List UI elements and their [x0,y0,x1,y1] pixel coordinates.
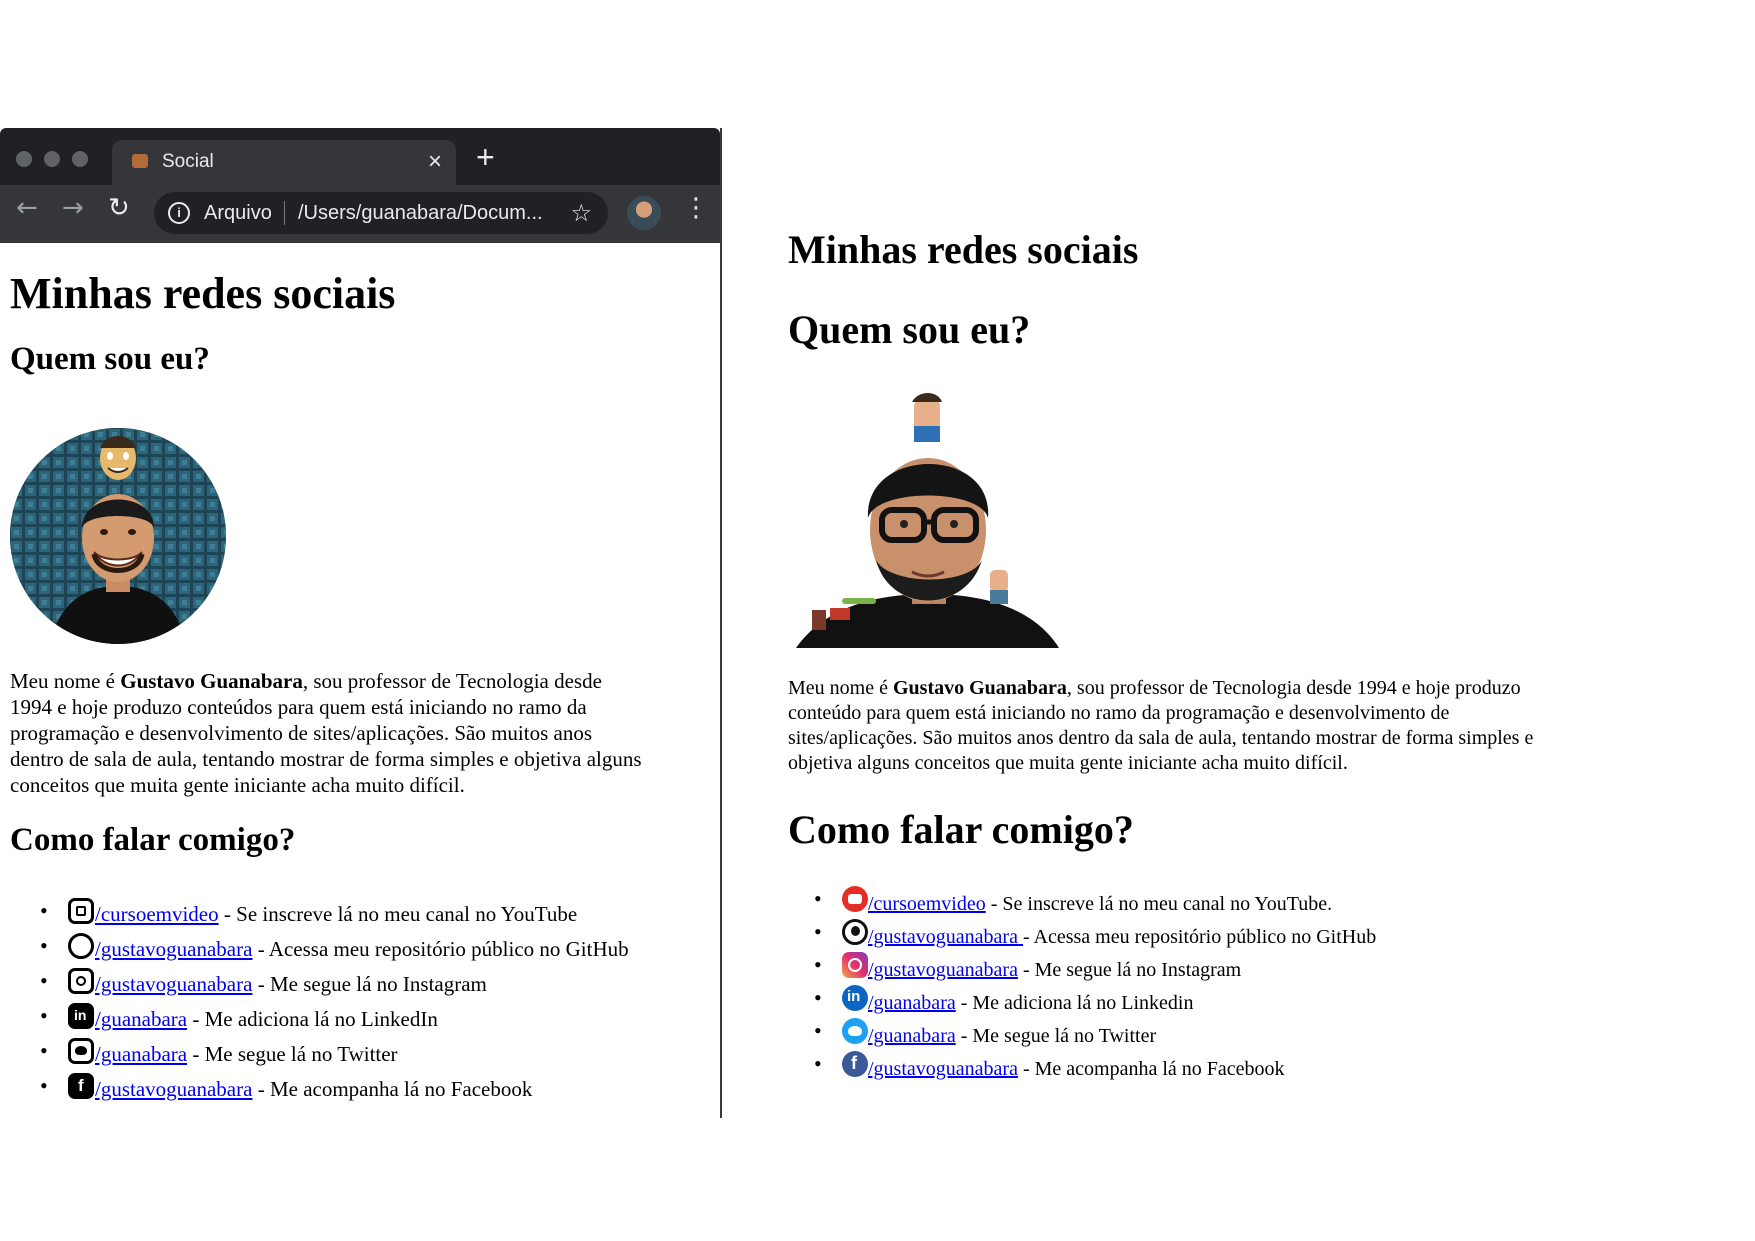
tab-social[interactable]: Social × [112,140,456,185]
right-social-list: • /cursoemvideo - Se inscreve lá no meu … [814,886,1377,1084]
link-description: - Me acompanha lá no Facebook [1017,1058,1285,1080]
twitter-link[interactable]: /guanabara [868,1025,956,1047]
youtube-link[interactable]: /cursoemvideo [868,893,986,915]
browser-chrome: Social × + ← → ↻ i Arquivo /Users/guanab… [0,128,720,243]
bio-text: objetiva alguns conceitos que muita gent… [788,752,1348,774]
address-url[interactable]: /Users/guanabara/Docum... [298,202,543,225]
address-bar[interactable]: i Arquivo /Users/guanabara/Docum... ☆ [154,192,608,234]
facebook-icon: f [842,1051,868,1077]
facebook-link[interactable]: /gustavoguanabara [868,1058,1018,1080]
linkedin-link[interactable]: /guanabara [868,992,956,1014]
forward-arrow-icon[interactable]: → [62,193,84,223]
link-description: - Se inscreve lá no meu canal no YouTube [218,902,578,926]
new-tab-icon[interactable]: + [476,141,495,173]
link-description: - Me acompanha lá no Facebook [252,1077,533,1101]
list-item: • /cursoemvideo - Se inscreve lá no meu … [814,886,1333,915]
facebook-icon: f [68,1073,94,1099]
linkedin-icon: in [842,985,868,1011]
youtube-icon [68,898,94,924]
instagram-link[interactable]: /gustavoguanabara [868,959,1018,981]
reload-icon[interactable]: ↻ [108,193,130,223]
left-page-content: Minhas redes sociais Quem sou eu? [10,268,710,378]
address-scheme-label: Arquivo [204,202,272,224]
right-bio: Meu nome é Gustavo Guanabara, sou profes… [788,676,1728,776]
left-social-list: • /cursoemvideo - Se inscreve lá no meu … [40,898,629,1108]
facebook-link[interactable]: /gustavoguanabara [95,1077,252,1101]
bio-name: Gustavo Guanabara [892,677,1067,699]
list-item: • /guanabara - Me segue lá no Twitter [814,1018,1157,1047]
list-item: • /guanabara - Me segue lá no Twitter [40,1038,398,1066]
page-title: Minhas redes sociais [10,269,396,318]
link-description: - Me segue lá no Twitter [955,1025,1157,1047]
list-item: • /gustavoguanabara - Acessa meu reposit… [814,919,1377,948]
window-close-dot[interactable] [16,151,32,167]
list-item: • in/guanabara - Me adiciona lá no Linke… [814,985,1194,1014]
link-description: - Me segue lá no Instagram [1017,959,1242,981]
twitter-link[interactable]: /guanabara [95,1042,187,1066]
link-description: - Me segue lá no Instagram [252,972,487,996]
right-page-title: Minhas redes sociais [788,227,1139,272]
bio-text: conteúdo para quem está iniciando no ram… [788,702,1450,724]
link-description: - Me adiciona lá no Linkedin [955,992,1194,1014]
link-description: - Se inscreve lá no meu canal no YouTube… [985,893,1333,915]
list-item: • f/gustavoguanabara - Me acompanha lá n… [814,1051,1285,1080]
profile-photo-illustration [10,428,226,644]
linkedin-link[interactable]: /guanabara [95,1007,187,1031]
link-description: - Acessa meu repositório público no GitH… [252,937,629,961]
right-contact-heading: Como falar comigo? [788,807,1134,852]
contact-heading: Como falar comigo? [10,822,296,858]
profile-avatar[interactable] [627,196,661,230]
link-description: - Me segue lá no Twitter [187,1042,398,1066]
bio-text: , sou professor de Tecnologia desde 1994… [1066,677,1521,699]
link-description: - Me adiciona lá no LinkedIn [187,1007,438,1031]
twitter-icon [68,1038,94,1064]
list-item: • /gustavoguanabara - Acessa meu reposit… [40,933,629,961]
bio-text: Meu nome é [788,677,893,699]
instagram-icon [68,968,94,994]
twitter-icon [842,1018,868,1044]
bio-text: conceitos que muita gente iniciante acha… [10,773,465,797]
about-heading: Quem sou eu? [10,341,210,377]
github-link[interactable]: /gustavoguanabara [95,937,252,961]
address-divider [284,201,285,225]
back-arrow-icon[interactable]: ← [16,193,38,223]
profile-photo-circle [10,428,226,644]
github-icon [68,933,94,959]
left-bio: Meu nome é Gustavo Guanabara, sou profes… [10,668,715,798]
info-icon[interactable]: i [168,202,190,224]
list-item: • f/gustavoguanabara - Me acompanha lá n… [40,1073,533,1101]
profile-photo-cutout [794,390,1064,648]
kebab-menu-icon[interactable]: ⋮ [683,193,709,223]
tab-close-icon[interactable]: × [428,148,442,176]
browser-toolbar: ← → ↻ i Arquivo /Users/guanabara/Docum..… [0,185,720,243]
youtube-link[interactable]: /cursoemvideo [95,902,219,926]
list-item: • /gustavoguanabara - Me segue lá no Ins… [814,952,1242,981]
bio-text: 1994 e hoje produzo conteúdos para quem … [10,695,587,719]
right-about-heading: Quem sou eu? [788,307,1031,352]
window-maximize-dot[interactable] [72,151,88,167]
list-item: • in/guanabara - Me adiciona lá no Linke… [40,1003,438,1031]
browser-window: Social × + ← → ↻ i Arquivo /Users/guanab… [0,128,722,1118]
bio-text: Meu nome é [10,669,121,693]
tab-title: Social [162,151,214,172]
bio-text: sites/aplicações. São muitos anos dentro… [788,727,1534,749]
list-item: • /cursoemvideo - Se inscreve lá no meu … [40,898,578,926]
bio-text: programação e desenvolvimento de sites/a… [10,721,593,745]
tab-favicon-icon [132,154,148,168]
github-link[interactable]: /gustavoguanabara [868,926,1023,948]
link-description: - Acessa meu repositório público no GitH… [1022,926,1377,948]
bio-text: dentro de sala de aula, tentando mostrar… [10,747,642,771]
list-item: • /gustavoguanabara - Me segue lá no Ins… [40,968,487,996]
profile-cutout-illustration [796,393,1059,648]
instagram-icon [842,952,868,978]
bookmark-star-icon[interactable]: ☆ [570,199,592,227]
youtube-icon [842,886,868,912]
github-icon [842,919,868,945]
window-minimize-dot[interactable] [44,151,60,167]
bio-name: Gustavo Guanabara [120,669,303,693]
linkedin-icon: in [68,1003,94,1029]
instagram-link[interactable]: /gustavoguanabara [95,972,252,996]
bio-text: , sou professor de Tecnologia desde [302,669,602,693]
